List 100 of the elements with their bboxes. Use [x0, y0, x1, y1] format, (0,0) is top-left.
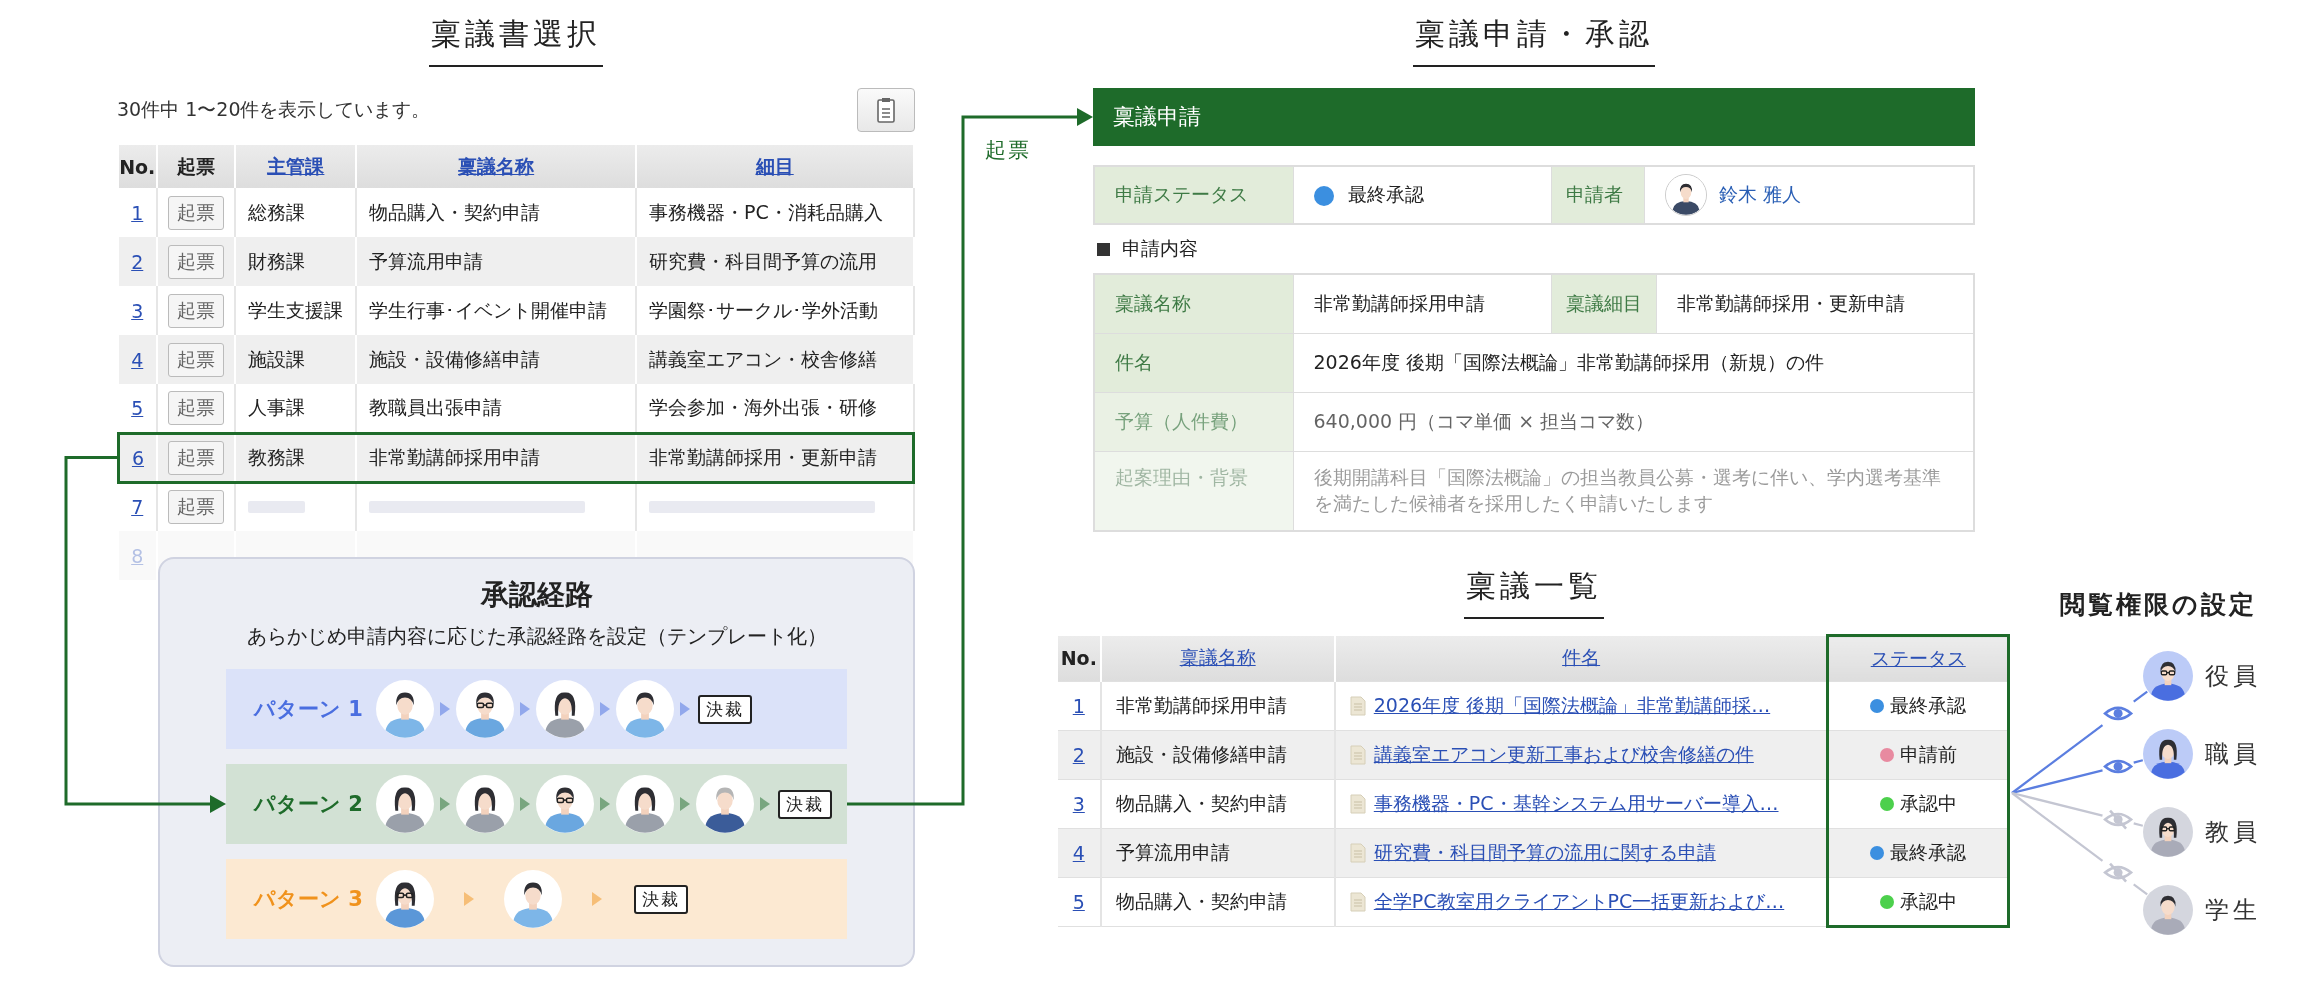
create-button[interactable]: 起票	[168, 342, 225, 377]
document-icon	[1349, 892, 1366, 912]
person-avatar	[696, 775, 754, 833]
square-bullet-icon	[1097, 242, 1110, 256]
table-cell: 学園祭･サークル･学外活動	[635, 286, 914, 335]
table-cell: 物品購入・契約申請	[356, 188, 636, 237]
column-header[interactable]: 稟議名称	[1100, 635, 1335, 682]
route-pattern[interactable]: パターン 3 決裁	[226, 859, 847, 939]
table-row[interactable]: 2 起票 財務課 予算流用申請 研究費・科目間予算の流用	[118, 237, 914, 286]
field-label: 稟議細目	[1551, 274, 1656, 333]
table-cell: 財務課	[235, 237, 357, 286]
route-pattern[interactable]: パターン 1 決裁	[226, 669, 847, 749]
table-cell: 学生支援課	[235, 286, 357, 335]
table-cell: 非常勤講師採用申請	[356, 433, 636, 482]
table-cell: 学生行事･イベント開催申請	[356, 286, 636, 335]
subject-link[interactable]: 2026年度 後期「国際法概論」非常勤講師採…	[1373, 693, 1771, 719]
arrow-icon	[680, 702, 690, 716]
subject-link[interactable]: 全学PC教室用クライアントPC一括更新および…	[1373, 889, 1785, 915]
row-number-link[interactable]: 4	[118, 335, 157, 384]
row-number-link[interactable]: 2	[1058, 730, 1101, 780]
person-avatar	[504, 870, 562, 928]
table-cell: 学会参加・海外出張・研修	[635, 384, 914, 433]
table-cell: 予算流用申請	[1100, 828, 1335, 878]
section-title: 稟議書選択	[429, 14, 603, 67]
eye-icon	[2103, 759, 2133, 774]
table-row[interactable]: 1 起票 総務課 物品購入・契約申請 事務機器・PC・消耗品購入	[118, 188, 914, 237]
status-text: 申請前	[1899, 743, 1957, 765]
table-cell: 人事課	[235, 384, 357, 433]
row-number-link[interactable]: 3	[118, 286, 157, 335]
arrow-icon	[600, 797, 610, 811]
row-number-link[interactable]: 1	[118, 188, 157, 237]
create-button[interactable]: 起票	[168, 244, 225, 279]
column-header: No.	[1058, 635, 1101, 682]
column-header: No.	[118, 145, 157, 188]
column-header: 起票	[156, 145, 236, 188]
table-cell: 事務機器・PC・消耗品購入	[635, 188, 914, 237]
result-count: 30件中 1〜20件を表示しています。	[117, 97, 431, 122]
create-button[interactable]: 起票	[168, 440, 225, 475]
section-title: 稟議申請・承認	[1413, 14, 1655, 67]
row-number-link[interactable]: 5	[1058, 877, 1101, 927]
field-label: 起案理由・背景	[1094, 451, 1293, 531]
row-number-link[interactable]: 2	[118, 237, 157, 286]
create-button[interactable]: 起票	[168, 195, 225, 230]
subject-link[interactable]: 研究費・科目間予算の流用に関する申請	[1373, 840, 1716, 866]
subject-link[interactable]: 事務機器・PC・基幹システム用サーバー導入…	[1373, 791, 1779, 817]
clipboard-button[interactable]	[857, 88, 915, 132]
eye-icon	[2103, 706, 2133, 721]
person-avatar	[536, 680, 594, 738]
field-value: 非常勤講師採用申請	[1293, 274, 1551, 333]
document-icon	[1349, 696, 1366, 716]
table-cell: 総務課	[235, 188, 357, 237]
arrow-icon	[464, 892, 474, 906]
column-header[interactable]: 主管課	[235, 145, 357, 188]
section-title: 閲覧権限の設定	[2060, 589, 2257, 621]
table-cell: 物品購入・契約申請	[1100, 877, 1335, 927]
row-number-link[interactable]: 4	[1058, 828, 1101, 878]
row-number-link[interactable]: 7	[118, 482, 157, 531]
table-row[interactable]: 4 起票 施設課 施設・設備修繕申請 講義室エアコン・校舎修繕	[118, 335, 914, 384]
section-title: 稟議一覧	[1464, 566, 1604, 619]
person-avatar	[376, 680, 434, 738]
role-label: 役員	[2205, 661, 2261, 692]
column-header[interactable]: 細目	[635, 145, 914, 188]
status-text: 最終承認	[1890, 694, 1967, 716]
table-row[interactable]: 7 起票	[118, 482, 914, 531]
document-icon	[1349, 794, 1366, 814]
clipboard-icon	[877, 97, 895, 123]
role-label: 職員	[2205, 739, 2261, 770]
field-label: 予算（人件費）	[1094, 392, 1293, 451]
connector-label: 起票	[985, 137, 1031, 164]
row-number-link[interactable]: 6	[118, 433, 157, 482]
field-label: 稟議名称	[1094, 274, 1293, 333]
arrow-icon	[592, 892, 602, 906]
arrow-icon	[520, 702, 530, 716]
selected-row[interactable]: 6 起票 教務課 非常勤講師採用申請 非常勤講師採用・更新申請	[118, 433, 914, 482]
role-label: 学生	[2205, 895, 2261, 926]
table-cell: 非常勤講師採用・更新申請	[635, 433, 914, 482]
table-cell: 講義室エアコン・校舎修繕	[635, 335, 914, 384]
field-label: 件名	[1094, 333, 1293, 392]
table-row[interactable]: 3 起票 学生支援課 学生行事･イベント開催申請 学園祭･サークル･学外活動	[118, 286, 914, 335]
user-avatar	[1664, 174, 1707, 216]
create-button[interactable]: 起票	[168, 293, 225, 328]
status-text: 最終承認	[1347, 183, 1424, 205]
person-avatar	[616, 680, 674, 738]
column-header[interactable]: 稟議名称	[356, 145, 636, 188]
column-header[interactable]: ステータス	[1827, 635, 2009, 682]
route-pattern[interactable]: パターン 2 決裁	[226, 764, 847, 844]
applicant-name[interactable]: 鈴木 雅人	[1718, 182, 1801, 208]
table-cell: 施設・設備修繕申請	[1100, 730, 1335, 780]
form-header: 稟議申請	[1093, 88, 1975, 146]
table-row[interactable]: 5 起票 人事課 教職員出張申請 学会参加・海外出張・研修	[118, 384, 914, 433]
create-button[interactable]: 起票	[168, 490, 225, 525]
document-icon	[1349, 843, 1366, 863]
row-number-link[interactable]: 5	[118, 384, 157, 433]
person-avatar	[456, 680, 514, 738]
arrow-icon	[600, 702, 610, 716]
arrow-icon	[520, 797, 530, 811]
person-avatar	[616, 775, 674, 833]
subject-link[interactable]: 講義室エアコン更新工事および校舎修繕の件	[1373, 742, 1754, 768]
create-button[interactable]: 起票	[168, 390, 225, 425]
column-header[interactable]: 件名	[1334, 635, 1828, 682]
